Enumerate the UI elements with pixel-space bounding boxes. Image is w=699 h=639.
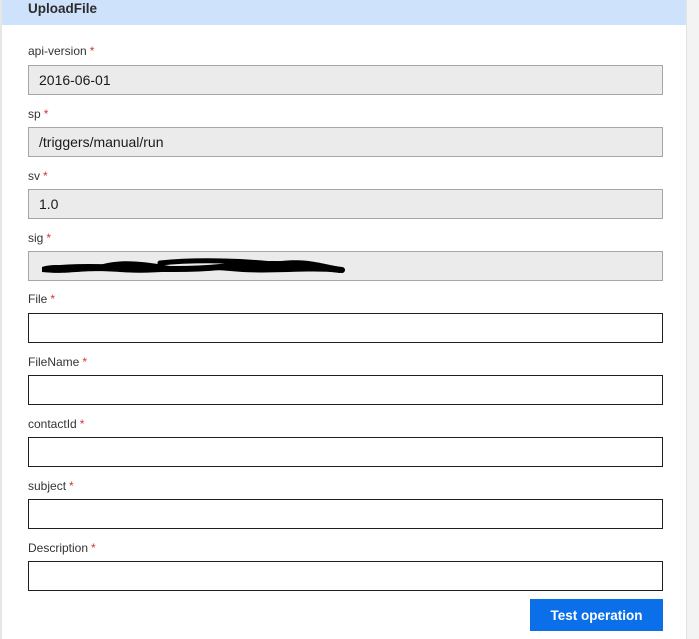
subject-label: subject * <box>28 479 74 493</box>
required-asterisk: * <box>43 169 48 183</box>
description-label: Description * <box>28 541 96 555</box>
contactid-label: contactId * <box>28 417 85 431</box>
description-field[interactable] <box>28 561 663 591</box>
contactid-field[interactable] <box>28 437 663 467</box>
file-field[interactable] <box>28 313 663 343</box>
panel-title: UploadFile <box>28 1 98 16</box>
required-asterisk: * <box>69 479 74 493</box>
required-asterisk: * <box>46 231 52 245</box>
sig-field[interactable] <box>28 251 663 281</box>
sv-field[interactable] <box>28 189 663 219</box>
sig-label: sig * <box>28 231 52 245</box>
required-asterisk: * <box>82 355 88 369</box>
filename-label: FileName * <box>28 355 88 369</box>
api-version-label: api-version * <box>28 44 95 58</box>
sp-field[interactable] <box>28 127 663 157</box>
required-asterisk: * <box>79 417 85 431</box>
required-asterisk: * <box>89 44 95 58</box>
subject-field[interactable] <box>28 499 663 529</box>
api-version-field[interactable] <box>28 65 663 95</box>
sv-label: sv * <box>28 169 48 183</box>
required-asterisk: * <box>43 107 49 121</box>
panel-header: UploadFile <box>2 0 686 25</box>
file-label: File * <box>28 292 56 306</box>
test-operation-button[interactable]: Test operation <box>530 599 663 631</box>
required-asterisk: * <box>50 292 56 306</box>
sp-label: sp * <box>28 107 49 121</box>
required-asterisk: * <box>91 541 96 555</box>
filename-field[interactable] <box>28 375 663 405</box>
upload-file-panel: UploadFile api-version* sp* sv* sig* Fil… <box>0 0 687 639</box>
